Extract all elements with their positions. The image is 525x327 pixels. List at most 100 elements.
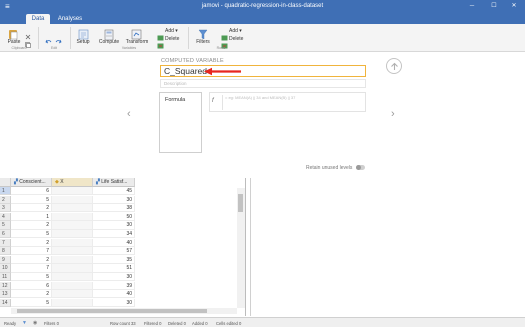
formula-input[interactable]: f = eg: MEAN(A) || 34 and MEAN(B) || 37 xyxy=(209,92,366,112)
status-ready: Ready xyxy=(4,320,17,326)
table-cell[interactable]: 45 xyxy=(93,187,135,196)
table-cell[interactable]: 38 xyxy=(93,204,135,213)
tab-analyses[interactable]: Analyses xyxy=(56,14,84,24)
status-bar: Ready ▼ ◉ Filters 0 Row count 33 Filtere… xyxy=(0,317,525,327)
status-deleted: Deleted 0 xyxy=(168,320,186,326)
transform-button[interactable]: Transform xyxy=(124,39,150,45)
vertical-scrollbar[interactable] xyxy=(237,188,245,308)
retain-unused-levels-label: Retain unused levels xyxy=(306,165,353,171)
minimize-button[interactable]: ─ xyxy=(466,1,478,12)
ordinal-variable-icon: ▞ xyxy=(96,179,100,185)
table-cell[interactable]: 30 xyxy=(93,195,135,204)
table-cell[interactable] xyxy=(52,290,93,299)
table-cell[interactable]: 57 xyxy=(93,247,135,256)
row-number: 13 xyxy=(0,290,11,299)
table-cell[interactable]: 5 xyxy=(11,298,52,307)
table-cell[interactable]: 5 xyxy=(11,230,52,239)
previous-variable-arrow-icon[interactable]: ‹ xyxy=(127,108,131,120)
corner-header xyxy=(0,178,11,187)
variable-name-field[interactable]: C_Squared xyxy=(160,65,366,77)
table-cell[interactable]: 50 xyxy=(93,212,135,221)
computed-variable-heading: COMPUTED VARIABLE xyxy=(161,58,224,64)
table-cell[interactable]: 40 xyxy=(93,238,135,247)
table-cell[interactable] xyxy=(52,204,93,213)
table-cell[interactable] xyxy=(52,281,93,290)
table-cell[interactable] xyxy=(52,230,93,239)
table-cell[interactable]: 2 xyxy=(11,221,52,230)
rows-group-label: Rows xyxy=(216,46,226,50)
description-field[interactable]: Description xyxy=(160,79,366,88)
filter-status-icon[interactable]: ▼ xyxy=(22,320,27,326)
filters-button[interactable]: Filters xyxy=(192,39,214,45)
maximize-button[interactable]: ☐ xyxy=(488,1,500,12)
delete-row-button[interactable]: Delete xyxy=(229,36,249,42)
add-row-button[interactable]: Add ▾ xyxy=(229,28,249,34)
copy-icon[interactable] xyxy=(25,35,31,53)
table-cell[interactable]: 2 xyxy=(11,290,52,299)
next-variable-arrow-icon[interactable]: › xyxy=(391,108,395,120)
column-header-life-satisfaction[interactable]: ▞ Life Satisf... xyxy=(93,178,135,187)
horizontal-scrollbar[interactable] xyxy=(11,308,237,314)
window-title: jamovi - quadratic-regression-in-class-d… xyxy=(201,3,324,9)
row-number: 12 xyxy=(0,281,11,290)
table-cell[interactable]: 40 xyxy=(93,290,135,299)
paste-label: Paste xyxy=(7,39,21,45)
table-cell[interactable] xyxy=(52,264,93,273)
edit-group-label: Edit xyxy=(50,46,58,50)
row-number: 3 xyxy=(0,204,11,213)
annotation-arrow-icon xyxy=(204,67,241,76)
table-cell[interactable]: 2 xyxy=(11,238,52,247)
row-number: 6 xyxy=(0,230,11,239)
table-cell[interactable] xyxy=(52,221,93,230)
vertical-scroll-thumb[interactable] xyxy=(238,194,243,212)
tab-bar: Data Analyses xyxy=(0,13,525,24)
table-cell[interactable] xyxy=(52,255,93,264)
visibility-eye-icon[interactable]: ◉ xyxy=(33,320,37,326)
table-cell[interactable]: 30 xyxy=(93,273,135,282)
delete-variable-button[interactable]: Delete xyxy=(165,36,185,42)
setup-button[interactable]: Setup xyxy=(73,39,93,45)
close-button[interactable]: ✕ xyxy=(508,1,520,12)
column-header-x[interactable]: ◆ X xyxy=(52,178,93,187)
paste-icon[interactable] xyxy=(8,27,18,40)
table-cell[interactable]: 39 xyxy=(93,281,135,290)
table-cell[interactable]: 2 xyxy=(11,255,52,264)
table-cell[interactable]: 7 xyxy=(11,264,52,273)
table-cell[interactable] xyxy=(52,195,93,204)
row-number: 7 xyxy=(0,238,11,247)
table-cell[interactable] xyxy=(52,212,93,221)
table-cell[interactable]: 5 xyxy=(11,195,52,204)
table-cell[interactable]: 34 xyxy=(93,230,135,239)
table-cell[interactable]: 6 xyxy=(11,187,52,196)
tab-data[interactable]: Data xyxy=(26,14,50,24)
ribbon-toolbar: Paste Clipboard Edit Setup Compute Trans… xyxy=(0,24,525,52)
column-header-conscientiousness[interactable]: ▞ Conscient... xyxy=(11,178,52,187)
table-cell[interactable]: 51 xyxy=(93,264,135,273)
collapse-setup-button[interactable] xyxy=(386,58,402,74)
function-icon[interactable]: f xyxy=(212,98,214,104)
row-number: 10 xyxy=(0,264,11,273)
table-cell[interactable]: 6 xyxy=(11,281,52,290)
horizontal-scroll-thumb[interactable] xyxy=(17,309,207,313)
status-cells-edited: Cells edited 0 xyxy=(216,320,242,326)
table-cell[interactable]: 30 xyxy=(93,298,135,307)
formula-list-panel[interactable]: Formula xyxy=(159,92,202,153)
add-variable-button[interactable]: Add ▾ xyxy=(165,28,185,34)
table-cell[interactable]: 5 xyxy=(11,273,52,282)
compute-button[interactable]: Compute xyxy=(97,39,121,45)
table-cell[interactable] xyxy=(52,247,93,256)
row-number: 14 xyxy=(0,298,11,307)
table-cell[interactable]: 2 xyxy=(11,204,52,213)
description-placeholder: Description xyxy=(164,81,187,86)
status-row-count: Row count 33 xyxy=(110,320,136,326)
table-cell[interactable] xyxy=(52,238,93,247)
table-cell[interactable] xyxy=(52,187,93,196)
table-cell[interactable]: 35 xyxy=(93,255,135,264)
table-cell[interactable] xyxy=(52,273,93,282)
table-cell[interactable] xyxy=(52,298,93,307)
table-cell[interactable]: 1 xyxy=(11,212,52,221)
retain-unused-levels-toggle[interactable] xyxy=(356,165,365,170)
table-cell[interactable]: 7 xyxy=(11,247,52,256)
data-spreadsheet[interactable]: ▞ Conscient... ◆ X ▞ Life Satisf... 1 6 45… xyxy=(0,178,246,316)
table-cell[interactable]: 30 xyxy=(93,221,135,230)
